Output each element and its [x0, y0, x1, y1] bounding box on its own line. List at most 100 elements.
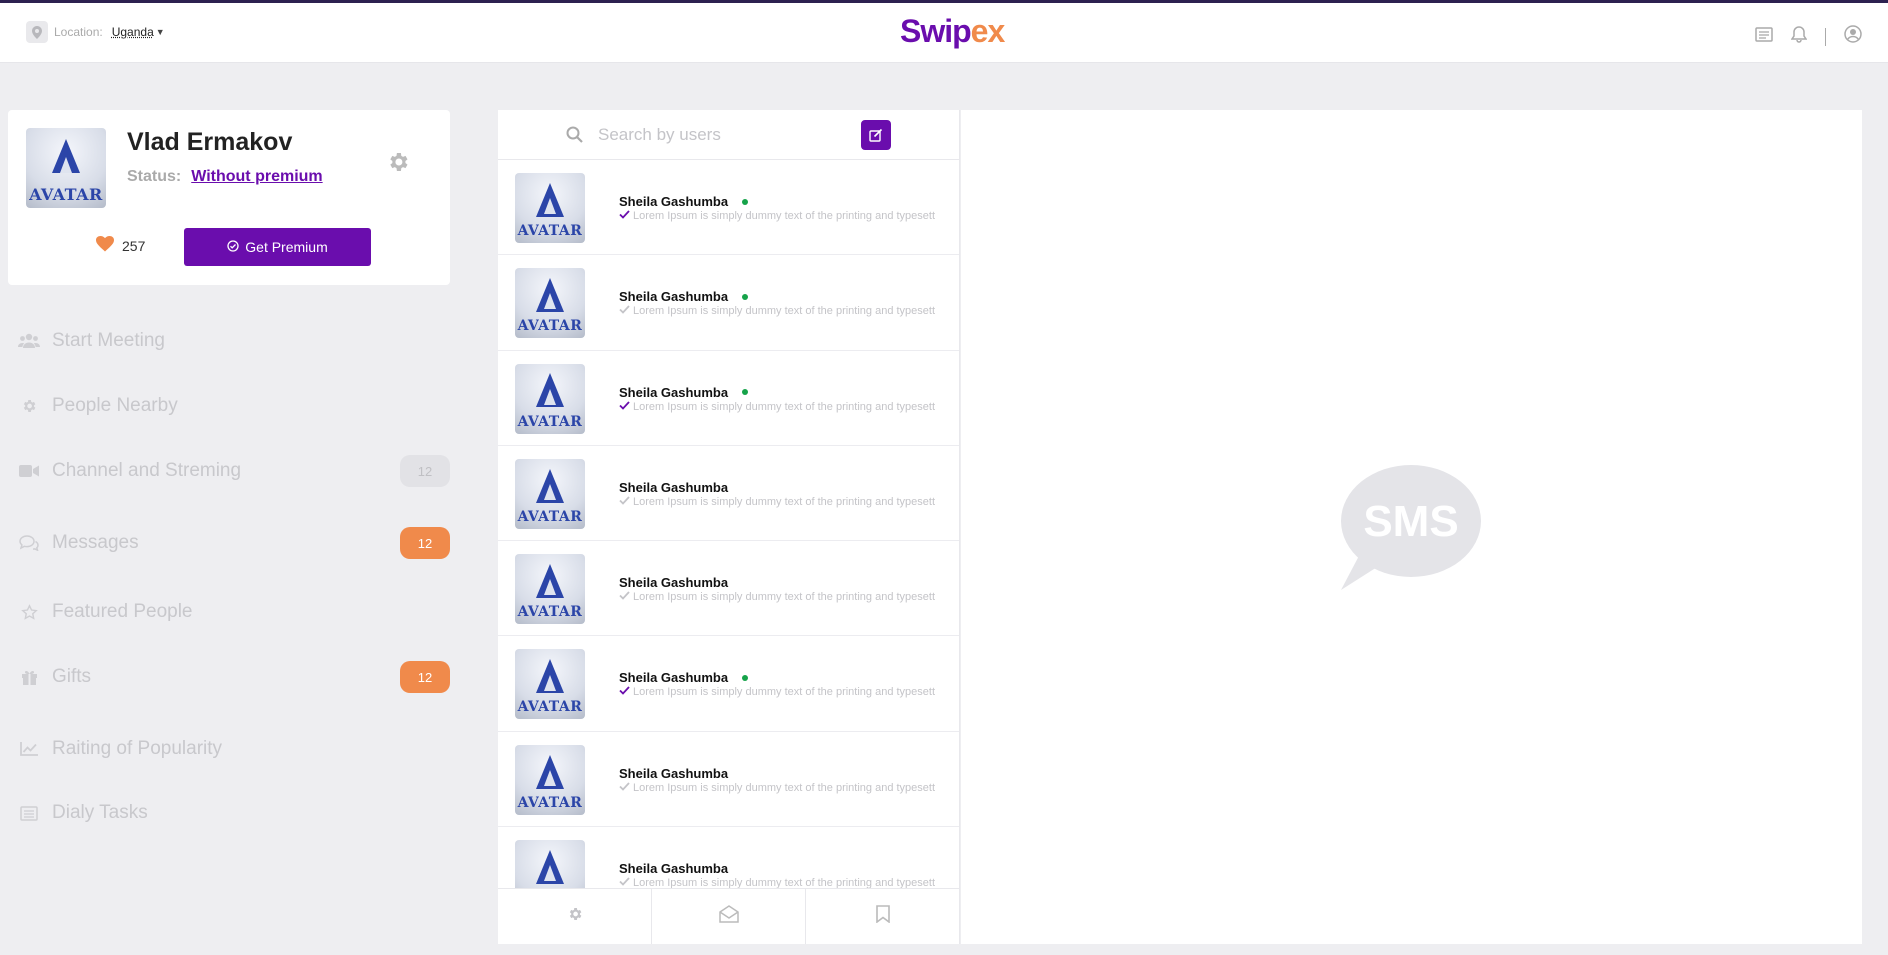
tab-bookmarks[interactable] — [806, 889, 959, 944]
profile-card: AVATAR Vlad Ermakov Status: Without premi… — [8, 110, 450, 285]
conversation-row[interactable]: AVATAR Sheila GashumbaLorem Ipsum is simp… — [498, 160, 959, 256]
settings-gear-icon[interactable] — [386, 150, 410, 179]
logo-text-accent: ex — [970, 13, 1006, 49]
check-icon — [619, 782, 630, 794]
message-preview-wrap: Lorem Ipsum is simply dummy text of the … — [619, 782, 949, 794]
users-icon — [18, 333, 40, 349]
tab-settings[interactable] — [498, 889, 652, 944]
status-value-link[interactable]: Without premium — [191, 168, 322, 185]
header-actions — [1755, 25, 1862, 48]
contact-name-wrap: Sheila Gashumba — [619, 670, 749, 685]
star-icon — [18, 603, 40, 621]
video-camera-icon — [18, 464, 40, 478]
get-premium-button[interactable]: Get Premium — [184, 228, 371, 266]
avatar-logo-text: AVATAR — [517, 604, 583, 621]
gear-icon — [18, 398, 40, 414]
check-icon — [619, 686, 630, 698]
sidebar-item-messages[interactable]: Messages 12 — [18, 527, 450, 559]
gift-icon — [18, 669, 40, 685]
sidebar-item-gifts[interactable]: Gifts 12 — [18, 661, 450, 693]
conversation-row[interactable]: AVATAR Sheila GashumbaLorem Ipsum is simp… — [498, 541, 959, 637]
contact-name-wrap: Sheila Gashumba — [619, 384, 749, 400]
sidebar-item-start-meeting[interactable]: Start Meeting — [18, 325, 450, 357]
contact-avatar[interactable]: AVATAR — [515, 649, 585, 720]
message-preview: Lorem Ipsum is simply dummy text of the … — [633, 877, 936, 888]
tab-inbox[interactable] — [652, 889, 806, 944]
contact-name: Sheila Gashumba — [619, 861, 729, 877]
check-icon — [619, 877, 630, 888]
sidebar-item-daily-tasks[interactable]: Dialy Tasks — [18, 797, 450, 829]
sidebar-item-label: Messages — [52, 532, 139, 553]
avatar-logo-text: AVATAR — [517, 699, 583, 716]
sidebar-item-label: Featured People — [52, 601, 193, 622]
avatar-logo-text: AVATAR — [517, 413, 583, 430]
conversation-row[interactable]: AVATAR Sheila GashumbaLorem Ipsum is simp… — [498, 351, 959, 446]
sidebar-item-label: Raiting of Popularity — [52, 738, 223, 759]
news-icon[interactable] — [1755, 26, 1773, 47]
conversation-tabbar — [498, 888, 959, 944]
chat-bubbles-icon — [18, 535, 40, 551]
profile-avatar[interactable]: AVATAR — [26, 128, 106, 208]
messages-count-badge: 12 — [400, 527, 450, 559]
location-selector[interactable]: Location: Uganda ▼ — [26, 21, 165, 43]
avatar-logo-text: AVATAR — [517, 508, 583, 525]
app-header: Location: Uganda ▼ Swipex — [0, 3, 1888, 63]
message-preview-wrap: Lorem Ipsum is simply dummy text of the … — [619, 686, 949, 698]
sidebar-item-channel-streaming[interactable]: Channel and Streming 12 — [18, 455, 450, 487]
contact-avatar[interactable]: AVATAR — [515, 840, 585, 888]
check-icon — [619, 305, 630, 317]
contact-name: Sheila Gashumba — [619, 289, 729, 305]
contact-avatar[interactable]: AVATAR — [515, 173, 585, 243]
contact-name: Sheila Gashumba — [619, 384, 729, 400]
message-preview: Lorem Ipsum is simply dummy text of the … — [633, 305, 936, 318]
conversation-row[interactable]: AVATAR Sheila GashumbaLorem Ipsum is simp… — [498, 255, 959, 351]
chevron-down-icon: ▼ — [155, 27, 165, 37]
conversation-row[interactable]: AVATAR Sheila GashumbaLorem Ipsum is simp… — [498, 446, 959, 542]
contact-name-wrap: Sheila Gashumba — [619, 861, 728, 876]
avatar-logo-text: AVATAR — [517, 794, 583, 811]
conversation-panel: AVATARSheila GashumbaLorem Ipsum is simp… — [498, 110, 960, 944]
get-premium-label: Get Premium — [245, 239, 328, 255]
status-label: Status: — [127, 168, 182, 185]
contact-name-wrap: Sheila Gashumba — [619, 480, 728, 495]
compose-message-button[interactable] — [861, 120, 891, 150]
conversation-row[interactable]: AVATAR Sheila GashumbaLorem Ipsum is simp… — [498, 827, 959, 888]
contact-avatar[interactable]: AVATAR — [515, 363, 585, 434]
envelope-open-icon — [718, 905, 739, 928]
check-icon — [619, 210, 630, 222]
avatar-logo-text: AVATAR — [517, 318, 583, 335]
online-status-dot — [742, 389, 749, 396]
gifts-count-badge: 12 — [400, 661, 450, 693]
avatar-logo-text: AVATAR — [29, 185, 103, 204]
chat-area: SMS — [961, 110, 1862, 944]
user-circle-icon[interactable] — [1844, 25, 1862, 48]
app-logo[interactable]: Swipex — [900, 13, 1006, 50]
contact-avatar[interactable]: AVATAR — [515, 554, 585, 625]
header-divider — [1825, 27, 1826, 46]
contact-avatar[interactable]: AVATAR — [515, 744, 585, 815]
likes-counter: 257 — [96, 236, 145, 255]
channel-count-badge: 12 — [400, 455, 450, 487]
sms-placeholder-icon: SMS — [1339, 464, 1481, 595]
contact-avatar[interactable]: AVATAR — [515, 268, 585, 339]
sidebar-item-label: Dialy Tasks — [52, 802, 148, 823]
conversation-list: AVATAR Sheila Gashumba Lorem Ipsum is simp… — [498, 160, 959, 888]
message-preview-wrap: Lorem Ipsum is simply dummy text of the … — [619, 210, 949, 222]
gear-icon — [567, 906, 583, 927]
contact-avatar[interactable]: AVATAR — [515, 458, 585, 529]
check-icon — [619, 591, 630, 603]
check-icon — [619, 496, 630, 508]
bookmark-icon — [875, 905, 890, 928]
conversation-row[interactable]: AVATAR Sheila GashumbaLorem Ipsum is simp… — [498, 636, 959, 732]
contact-name-wrap: Sheila Gashumba — [619, 289, 749, 305]
search-input[interactable] — [598, 122, 838, 148]
sidebar-item-label: Gifts — [52, 666, 92, 687]
location-value[interactable]: Uganda — [112, 25, 154, 39]
sidebar-item-rating-popularity[interactable]: Raiting of Popularity — [18, 733, 450, 765]
map-pin-icon — [26, 21, 48, 43]
sidebar-item-people-nearby[interactable]: People Nearby — [18, 390, 450, 422]
sidebar-item-featured-people[interactable]: Featured People — [18, 596, 450, 628]
message-preview-wrap: Lorem Ipsum is simply dummy text of the … — [619, 591, 949, 603]
conversation-row[interactable]: AVATAR Sheila GashumbaLorem Ipsum is simp… — [498, 732, 959, 828]
bell-icon[interactable] — [1790, 25, 1808, 48]
